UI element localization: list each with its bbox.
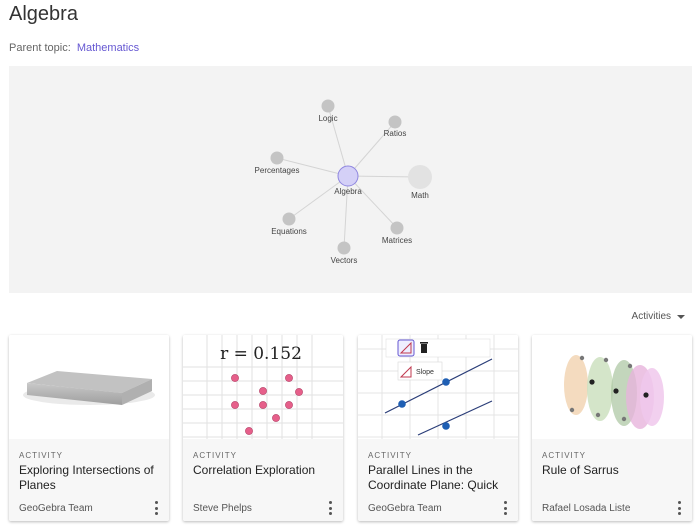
parent-topic: Parent topic: Mathematics <box>9 42 139 54</box>
activity-card[interactable]: ACTIVITY Exploring Intersections of Plan… <box>9 335 169 521</box>
activities-filter[interactable]: Activities <box>632 311 685 322</box>
card-type: ACTIVITY <box>193 451 238 460</box>
graph-node-matrices[interactable]: Matrices <box>382 221 412 246</box>
card-thumbnail <box>9 335 169 439</box>
card-author[interactable]: GeoGebra Team <box>368 503 442 514</box>
graph-node-label: Vectors <box>331 256 358 265</box>
card-title[interactable]: Parallel Lines in the Coordinate Plane: … <box>368 463 513 493</box>
more-vert-icon[interactable] <box>500 501 510 515</box>
graph-node-equations[interactable]: Equations <box>271 212 307 237</box>
card-body: ACTIVITY Correlation Exploration Steve P… <box>183 439 343 521</box>
graph-node-logic[interactable]: Logic <box>318 99 338 124</box>
graph-node-vectors[interactable]: Vectors <box>331 241 358 266</box>
graph-node-label: Percentages <box>255 166 300 175</box>
chevron-down-icon <box>677 314 685 319</box>
graph-node-algebra[interactable]: Algebra <box>334 165 362 196</box>
card-body: ACTIVITY Parallel Lines in the Coordinat… <box>358 439 518 521</box>
card-title[interactable]: Correlation Exploration <box>193 463 338 478</box>
activities-filter-label: Activities <box>631 311 671 322</box>
card-author[interactable]: Rafael Losada Liste <box>542 503 630 514</box>
card-author[interactable]: GeoGebra Team <box>19 503 93 514</box>
card-thumbnail: r = 0.152 <box>183 335 343 439</box>
topic-graph: Logic Ratios Math Matrices Vectors Equat… <box>9 66 692 293</box>
card-thumbnail: Slope <box>358 335 518 439</box>
graph-node-label: Matrices <box>382 236 412 245</box>
card-type: ACTIVITY <box>368 451 413 460</box>
card-type: ACTIVITY <box>542 451 587 460</box>
graph-node-label: Ratios <box>384 129 407 138</box>
activity-card[interactable]: r = 0.152 ACTIVITY Correlation Explorati… <box>183 335 343 521</box>
graph-center-label: Algebra <box>334 187 362 196</box>
activity-card[interactable]: Slope ACTIVITY Parallel Lines in the Coo… <box>358 335 518 521</box>
card-title[interactable]: Exploring Intersections of Planes <box>19 463 164 493</box>
card-body: ACTIVITY Exploring Intersections of Plan… <box>9 439 169 521</box>
graph-node-ratios[interactable]: Ratios <box>384 115 407 139</box>
graph-node-label: Equations <box>271 227 307 236</box>
graph-node-label: Logic <box>318 114 337 123</box>
card-type: ACTIVITY <box>19 451 64 460</box>
graph-node-percentages[interactable]: Percentages <box>255 151 300 176</box>
slope-tool-icon <box>397 339 415 357</box>
page-title: Algebra <box>9 3 78 25</box>
card-body: ACTIVITY Rule of Sarrus Rafael Losada Li… <box>532 439 692 521</box>
graph-node-math[interactable]: Math <box>408 165 432 200</box>
card-thumbnail <box>532 335 692 439</box>
card-title[interactable]: Rule of Sarrus <box>542 463 687 478</box>
more-vert-icon[interactable] <box>325 501 335 515</box>
activity-cards: ACTIVITY Exploring Intersections of Plan… <box>9 335 692 525</box>
activity-card[interactable]: ACTIVITY Rule of Sarrus Rafael Losada Li… <box>532 335 692 521</box>
graph-node-label: Math <box>411 191 429 200</box>
thumb-formula: r = 0.152 <box>220 344 302 364</box>
parent-topic-link[interactable]: Mathematics <box>77 42 139 54</box>
parent-topic-label: Parent topic: <box>9 42 71 54</box>
more-vert-icon[interactable] <box>674 501 684 515</box>
tool-label: Slope <box>416 369 434 376</box>
card-author[interactable]: Steve Phelps <box>193 503 252 514</box>
more-vert-icon[interactable] <box>151 501 161 515</box>
